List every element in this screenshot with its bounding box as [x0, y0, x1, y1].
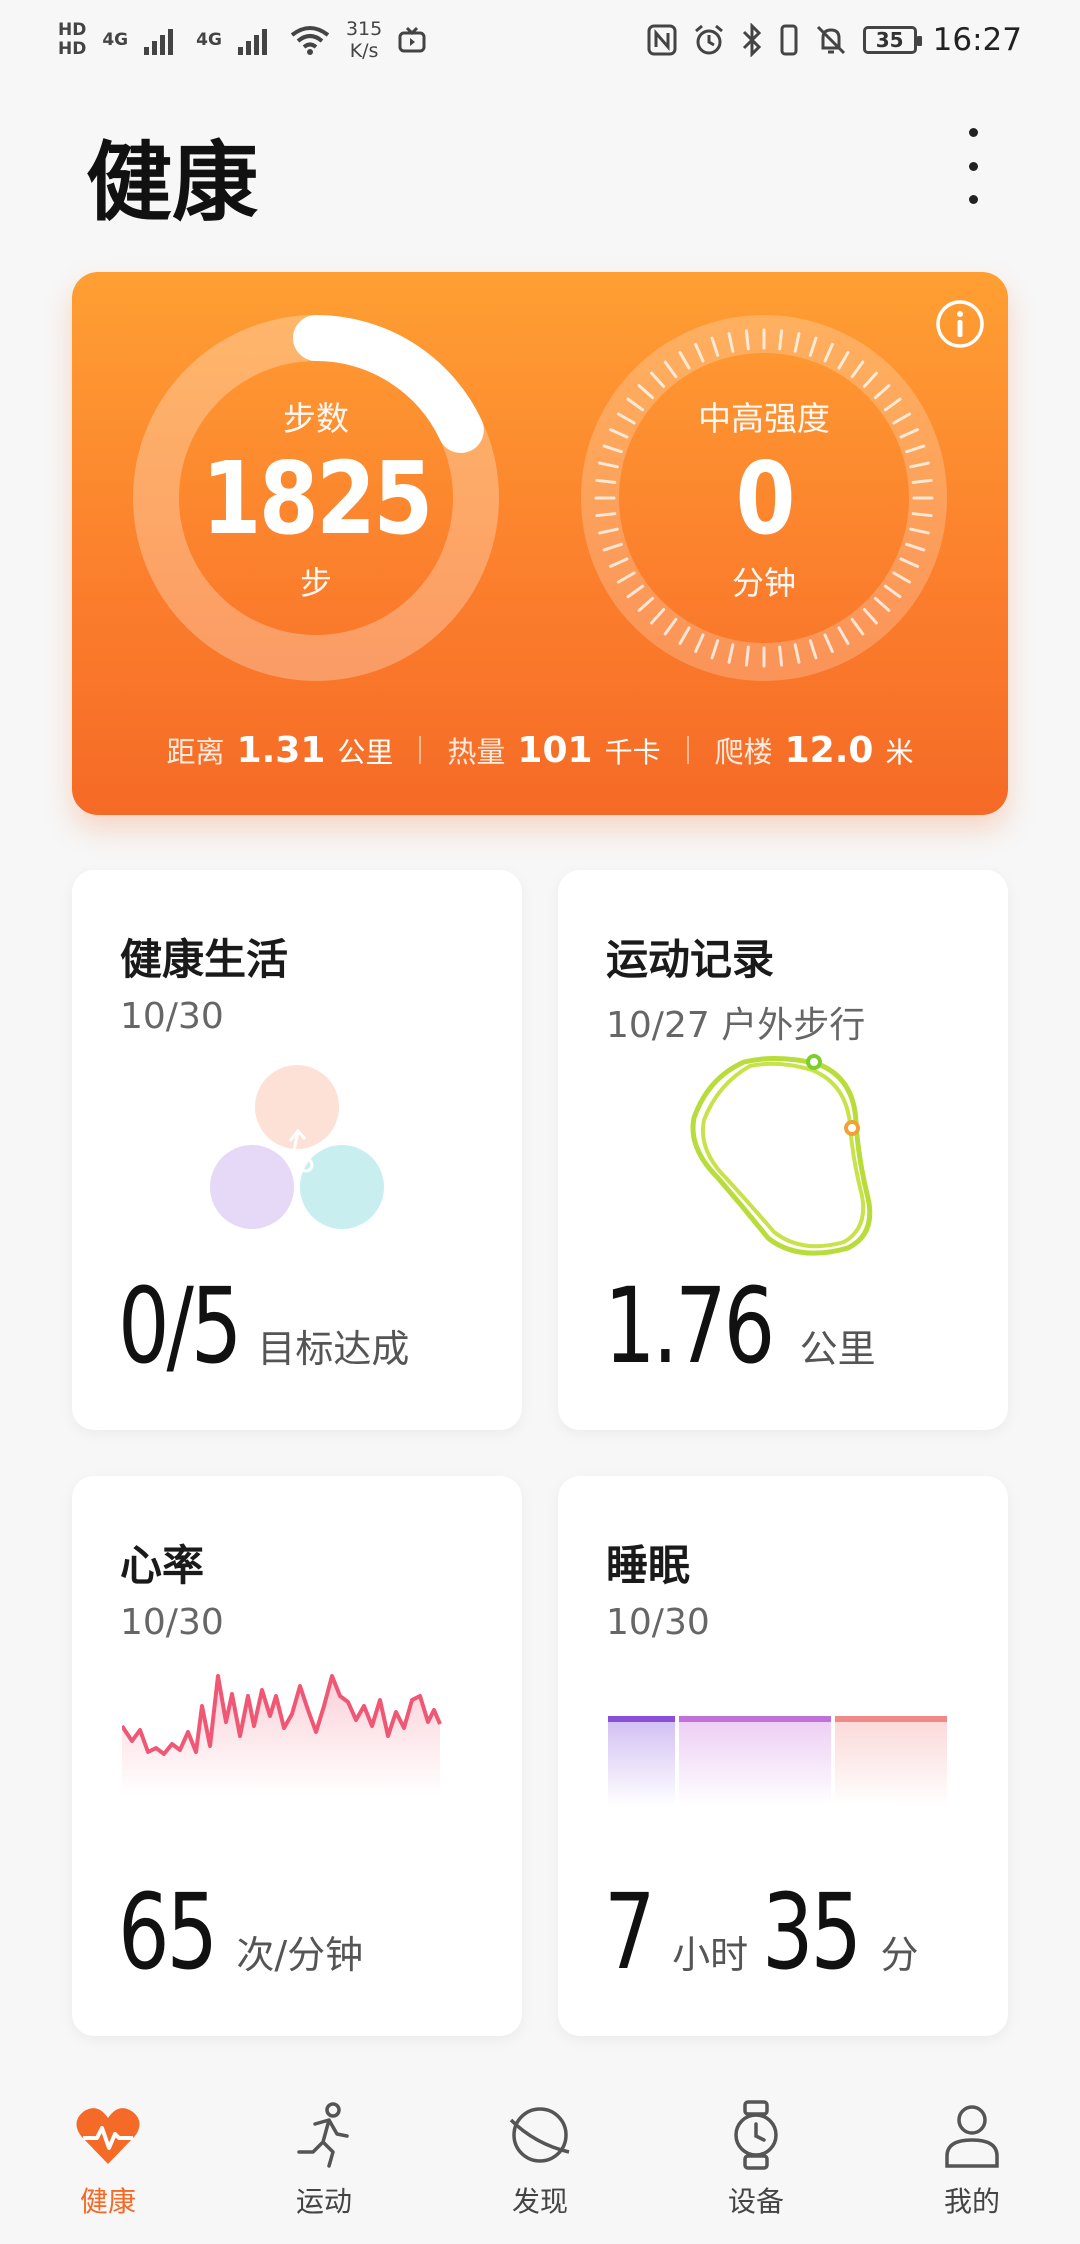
battery-indicator: 35: [862, 26, 922, 54]
healthy-life-value-row: 0/5 目标达成: [118, 1274, 409, 1378]
nav-label: 发现: [511, 2185, 568, 2218]
stat-unit: 公里: [337, 736, 394, 769]
workout-route-map: [690, 1054, 873, 1256]
alarm-icon: [694, 24, 723, 55]
nav-item-devices[interactable]: 设备: [666, 2100, 846, 2220]
status-left: HD HD 4G 4G 315 K/s: [58, 18, 426, 62]
vibrate-icon: [780, 24, 798, 56]
stat-unit: 米: [885, 736, 914, 769]
status-time: 16:27: [932, 22, 1022, 58]
nav-label: 设备: [727, 2185, 784, 2218]
bluetooth-icon: [742, 23, 761, 57]
nfc-icon: [647, 24, 677, 56]
nav-label: 健康: [79, 2185, 136, 2218]
steps-value: 1825: [201, 440, 433, 557]
sleep-value-row: 7 小时 35 分: [604, 1880, 919, 1984]
sleep-hours-unit: 小时: [672, 1933, 749, 1977]
more-dot-icon: [968, 128, 978, 137]
healthy-life-value: 0/5: [118, 1265, 242, 1387]
tv-icon: [398, 26, 426, 53]
healthy-life-date: 10/30: [120, 996, 224, 1037]
stat-divider: [686, 736, 689, 764]
steps-unit: 步: [299, 564, 332, 602]
network-4g-2: 4G: [196, 29, 222, 50]
nav-item-health[interactable]: 健康: [18, 2100, 198, 2220]
stat-unit: 千卡: [604, 736, 661, 769]
heart-rate-title: 心率: [120, 1541, 205, 1590]
stat-value: 12.0: [784, 730, 874, 771]
sleep-title: 睡眠: [606, 1541, 691, 1590]
watch-icon: [734, 2100, 778, 2170]
sleep-stage-chart: [608, 1716, 947, 1806]
hd2-label: HD: [58, 39, 87, 59]
bottom-navigation: 健康 运动 发现 设备 我的: [0, 2080, 1080, 2244]
sleep-minutes-unit: 分: [880, 1933, 919, 1977]
sleep-card[interactable]: 睡眠 10/30 7 小时 35 分: [558, 1476, 1008, 2036]
activity-stats: 距离 1.31 公里 热量 101 千卡 爬楼 12.0 米: [72, 720, 1008, 780]
intensity-unit: 分钟: [731, 564, 796, 602]
nav-item-exercise[interactable]: 运动: [234, 2100, 414, 2220]
intensity-label: 中高强度: [698, 399, 830, 438]
stat-label: 爬楼: [714, 735, 773, 769]
runner-icon: [297, 2102, 349, 2168]
sleep-hours: 7: [604, 1871, 656, 1993]
workout-record-card[interactable]: 运动记录 10/27 户外步行 1.76 公里: [558, 870, 1008, 1430]
hd-indicator: HD HD: [58, 21, 86, 59]
network-speed: 315 K/s: [346, 18, 382, 62]
healthy-life-card[interactable]: 健康生活 10/30 0/5 目标达成: [72, 870, 522, 1430]
heart-rate-card[interactable]: 心率 10/30 65 次/分钟: [72, 1476, 522, 2036]
status-right: 35 16:27: [647, 22, 1022, 58]
steps-label: 步数: [283, 399, 349, 438]
mute-icon: [816, 25, 845, 55]
stat-divider: [419, 736, 422, 764]
stat-label: 距离: [166, 735, 225, 769]
steps-text: 步数 1825 步: [130, 312, 502, 684]
workout-date: 10/27 户外步行: [606, 1005, 866, 1046]
status-bar: HD HD 4G 4G 315 K/s 35 16:27: [0, 0, 1080, 80]
healthy-life-unit: 目标达成: [257, 1327, 410, 1371]
heart-rate-unit: 次/分钟: [236, 1933, 364, 1977]
workout-distance: 1.76: [604, 1265, 775, 1387]
nav-item-discover[interactable]: 发现: [450, 2100, 630, 2220]
heart-rate-value: 65: [118, 1871, 218, 1993]
heart-rate-value-row: 65 次/分钟: [118, 1880, 363, 1984]
sleep-date: 10/30: [606, 1602, 710, 1643]
sleep-minutes: 35: [762, 1871, 862, 1993]
intensity-ring[interactable]: 中高强度 0 分钟: [578, 312, 950, 684]
heart-icon: [76, 2108, 140, 2164]
activity-summary-card[interactable]: 步数 1825 步 中高强度 0 分钟 距离 1.31 公里 热量 101 千卡: [72, 272, 1008, 815]
intensity-value: 0: [735, 440, 795, 557]
planet-icon: [509, 2107, 570, 2163]
signal-icon-2: [237, 29, 267, 55]
intensity-text: 中高强度 0 分钟: [578, 312, 950, 684]
stat-floors: 爬楼 12.0 米: [715, 729, 914, 771]
more-dot-icon: [968, 161, 978, 171]
healthy-life-title: 健康生活: [120, 935, 289, 984]
workout-unit: 公里: [799, 1327, 876, 1371]
stat-label: 热量: [447, 735, 506, 769]
network-4g-1: 4G: [102, 29, 129, 50]
workout-title: 运动记录: [606, 935, 775, 984]
nav-item-me[interactable]: 我的: [882, 2100, 1062, 2220]
heart-rate-date: 10/30: [120, 1602, 224, 1643]
signal-icon: [144, 29, 174, 55]
more-options-button[interactable]: [950, 128, 996, 204]
page-title: 健康: [86, 133, 258, 233]
person-icon: [945, 2105, 999, 2168]
workout-value-row: 1.76 公里: [604, 1274, 876, 1378]
stat-value: 101: [517, 730, 593, 771]
stat-calories: 热量 101 千卡: [447, 729, 660, 771]
more-dot-icon: [968, 195, 978, 204]
speed-unit: K/s: [349, 40, 379, 62]
healthy-life-goals-icon: [210, 1065, 384, 1229]
heart-rate-sparkline: [122, 1674, 442, 1796]
nav-label: 我的: [943, 2185, 1000, 2218]
speed-value: 315: [345, 18, 383, 40]
steps-ring[interactable]: 步数 1825 步: [130, 312, 502, 684]
wifi-icon: [290, 26, 330, 55]
stat-value: 1.31: [236, 730, 326, 771]
stat-distance: 距离 1.31 公里: [167, 729, 394, 771]
hd1-label: HD: [58, 20, 87, 40]
nav-label: 运动: [295, 2185, 352, 2218]
